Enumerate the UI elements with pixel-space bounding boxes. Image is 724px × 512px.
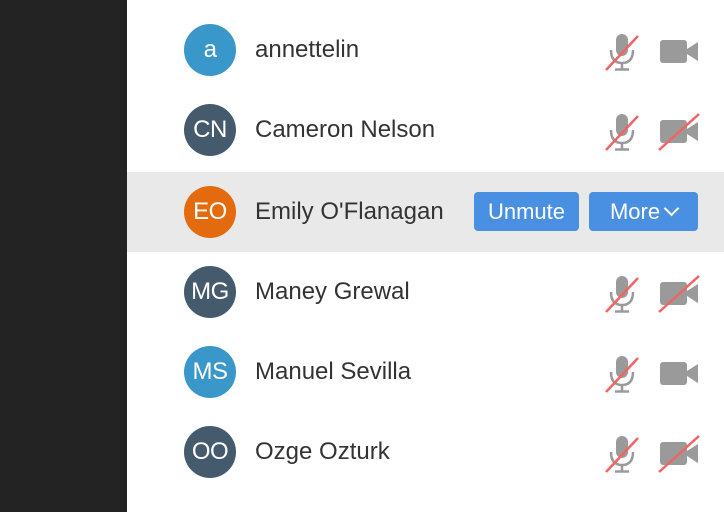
microphone-muted-icon[interactable] <box>604 274 640 314</box>
unmute-button[interactable]: Unmute <box>474 192 579 231</box>
participant-name: Cameron Nelson <box>255 116 436 143</box>
microphone-muted-icon[interactable] <box>604 112 640 152</box>
more-button[interactable]: More <box>589 192 698 231</box>
avatar: a <box>184 24 236 76</box>
participant-name: Manuel Sevilla <box>255 358 412 385</box>
participant-name: Maney Grewal <box>255 278 410 305</box>
participant-name: annettelin <box>255 36 360 63</box>
video-camera-off-icon[interactable] <box>657 434 701 474</box>
video-camera-off-icon[interactable] <box>657 112 701 152</box>
participant-name: Ozge Ozturk <box>255 438 390 465</box>
chevron-down-icon <box>663 200 680 217</box>
more-label: More <box>609 199 661 224</box>
participant-row[interactable]: MS Manuel Sevilla <box>127 332 724 412</box>
left-panel <box>0 0 127 512</box>
video-camera-icon[interactable] <box>657 32 701 72</box>
avatar: CN <box>184 104 236 156</box>
microphone-muted-icon[interactable] <box>604 354 640 394</box>
avatar: OO <box>184 426 236 478</box>
participant-row-hovered[interactable]: EO Emily O'Flanagan Unmute More <box>127 172 724 252</box>
participant-row[interactable]: a annettelin <box>127 10 724 90</box>
avatar: EO <box>184 186 236 238</box>
participant-row[interactable]: CN Cameron Nelson <box>127 90 724 170</box>
microphone-muted-icon[interactable] <box>604 434 640 474</box>
participant-row[interactable]: OO Ozge Ozturk <box>127 412 724 492</box>
microphone-muted-icon[interactable] <box>604 32 640 72</box>
participant-name: Emily O'Flanagan <box>255 198 444 225</box>
participants-list: a annettelin CN Cameron Nelson EO Emily … <box>127 0 724 512</box>
avatar: MS <box>184 346 236 398</box>
video-camera-icon[interactable] <box>657 354 701 394</box>
participant-row[interactable]: MG Maney Grewal <box>127 252 724 332</box>
video-camera-off-icon[interactable] <box>657 274 701 314</box>
avatar: MG <box>184 266 236 318</box>
